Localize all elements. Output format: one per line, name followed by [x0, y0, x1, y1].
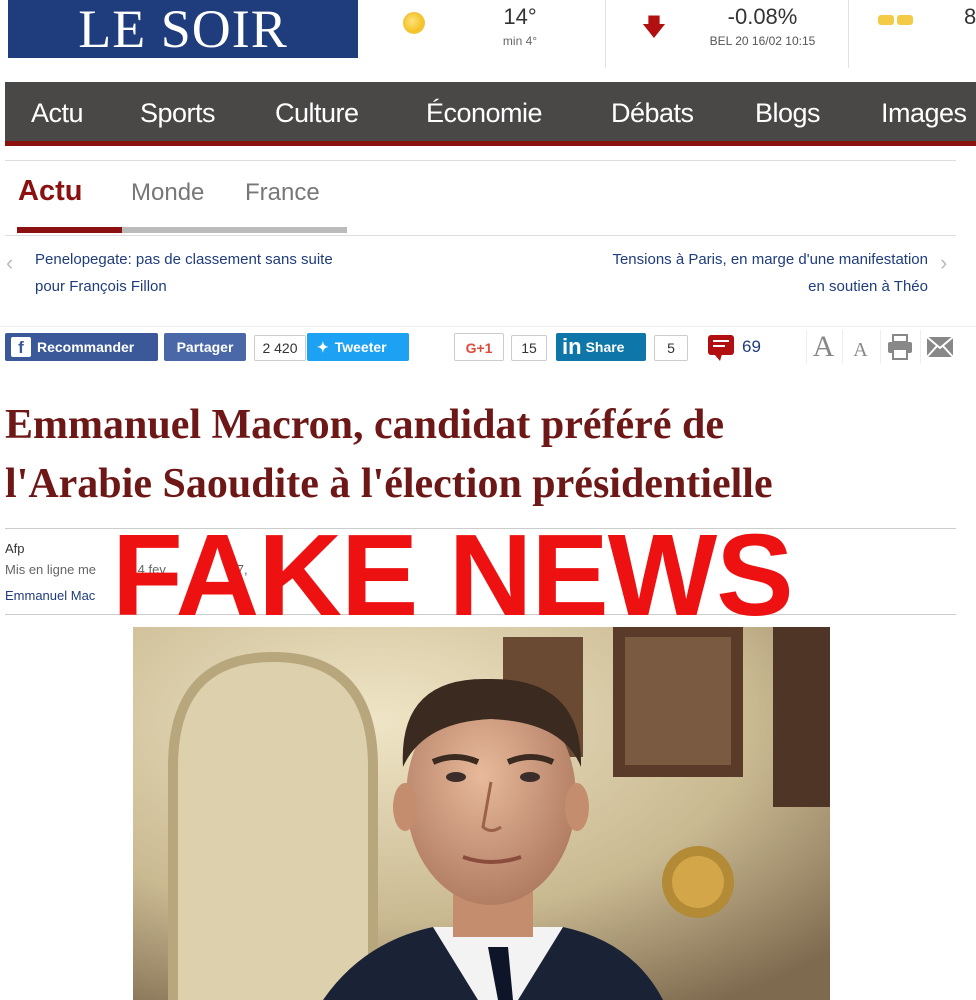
previous-article-link[interactable]: Penelopegate: pas de classement sans sui… — [35, 246, 375, 300]
sun-icon — [403, 12, 425, 34]
font-smaller-button[interactable]: A — [842, 330, 878, 364]
chevron-left-icon[interactable]: ‹ — [6, 250, 13, 276]
arrow-down-icon: 🡇 — [641, 14, 667, 41]
nav-item-economie[interactable]: Économie — [426, 98, 543, 129]
tab-actu[interactable]: Actu — [18, 175, 82, 208]
facebook-share-button[interactable]: Partager — [164, 333, 246, 361]
next-article-line2: en soutien à Théo — [808, 278, 928, 295]
site-logo[interactable]: LE SOIR — [8, 0, 358, 58]
weather-temperature[interactable]: 14° — [470, 4, 570, 30]
nav-item-debats[interactable]: Débats — [611, 98, 694, 129]
divider — [848, 0, 849, 68]
email-icon[interactable] — [920, 330, 958, 364]
linkedin-share-label: Share — [585, 339, 625, 355]
linkedin-count: 5 — [654, 335, 688, 361]
article-author[interactable]: Afp — [5, 541, 25, 556]
next-article-line1: Tensions à Paris, en marge d'une manifes… — [612, 251, 928, 268]
main-nav: Actu Sports Culture Économie Débats Blog… — [5, 82, 976, 146]
print-icon[interactable] — [880, 330, 918, 364]
tab-underline — [17, 227, 347, 233]
tweet-label: Tweeter — [334, 339, 387, 355]
article-tags[interactable]: Emmanuel Mac — [5, 588, 95, 603]
google-plus-button[interactable]: G+1 — [454, 333, 504, 361]
font-larger-button[interactable]: A — [806, 330, 840, 364]
date-visible-part: Mis en ligne me — [5, 562, 97, 577]
site-header: LE SOIR 14° min 4° 🡇 -0.08% BEL 20 16/02… — [0, 0, 976, 76]
nav-item-actu[interactable]: Actu — [31, 98, 84, 129]
nav-item-sports[interactable]: Sports — [140, 98, 216, 129]
portrait-photo — [133, 627, 830, 1000]
weather-min: min 4° — [502, 34, 538, 48]
fake-news-stamp: FAKE NEWS — [112, 510, 794, 640]
nav-item-culture[interactable]: Culture — [275, 98, 359, 129]
divider — [605, 0, 606, 68]
google-plus-count: 15 — [511, 335, 547, 361]
facebook-recommend-button[interactable]: f Recommander — [5, 333, 158, 361]
comments-count[interactable]: 69 — [742, 337, 761, 357]
comments-icon[interactable] — [708, 335, 734, 361]
next-article-link[interactable]: Tensions à Paris, en marge d'une manifes… — [560, 246, 928, 300]
traffic-value: 8 — [964, 4, 976, 29]
section-tabs: Actu Monde France — [5, 160, 956, 236]
twitter-bird-icon: ✦ — [317, 339, 329, 355]
linkedin-icon: in — [562, 334, 582, 359]
facebook-count: 2 420 — [254, 335, 306, 361]
article-photo — [133, 627, 830, 1000]
article-headline: Emmanuel Macron, candidat préféré de l'A… — [5, 396, 945, 514]
tweet-button[interactable]: ✦ Tweeter — [307, 333, 409, 361]
tab-france[interactable]: France — [245, 179, 320, 207]
nav-item-blogs[interactable]: Blogs — [755, 98, 821, 129]
headline-line-2: l'Arabie Saoudite à l'élection président… — [5, 461, 773, 507]
bourse-info: BEL 20 16/02 10:15 — [709, 34, 816, 48]
previous-article-line1: Penelopegate: pas de classement sans sui… — [35, 251, 333, 268]
facebook-icon: f — [11, 337, 31, 357]
linkedin-share-button[interactable]: in Share — [556, 333, 646, 361]
headline-line-1: Emmanuel Macron, candidat préféré de — [5, 402, 724, 448]
previous-article-line2: pour François Fillon — [35, 278, 167, 295]
nav-item-images[interactable]: Images — [881, 98, 967, 129]
facebook-recommend-label: Recommander — [37, 339, 135, 355]
tab-monde[interactable]: Monde — [131, 179, 204, 207]
bourse-change[interactable]: -0.08% — [690, 4, 835, 30]
traffic-cars-icon[interactable] — [878, 12, 918, 26]
chevron-right-icon[interactable]: › — [940, 250, 947, 276]
